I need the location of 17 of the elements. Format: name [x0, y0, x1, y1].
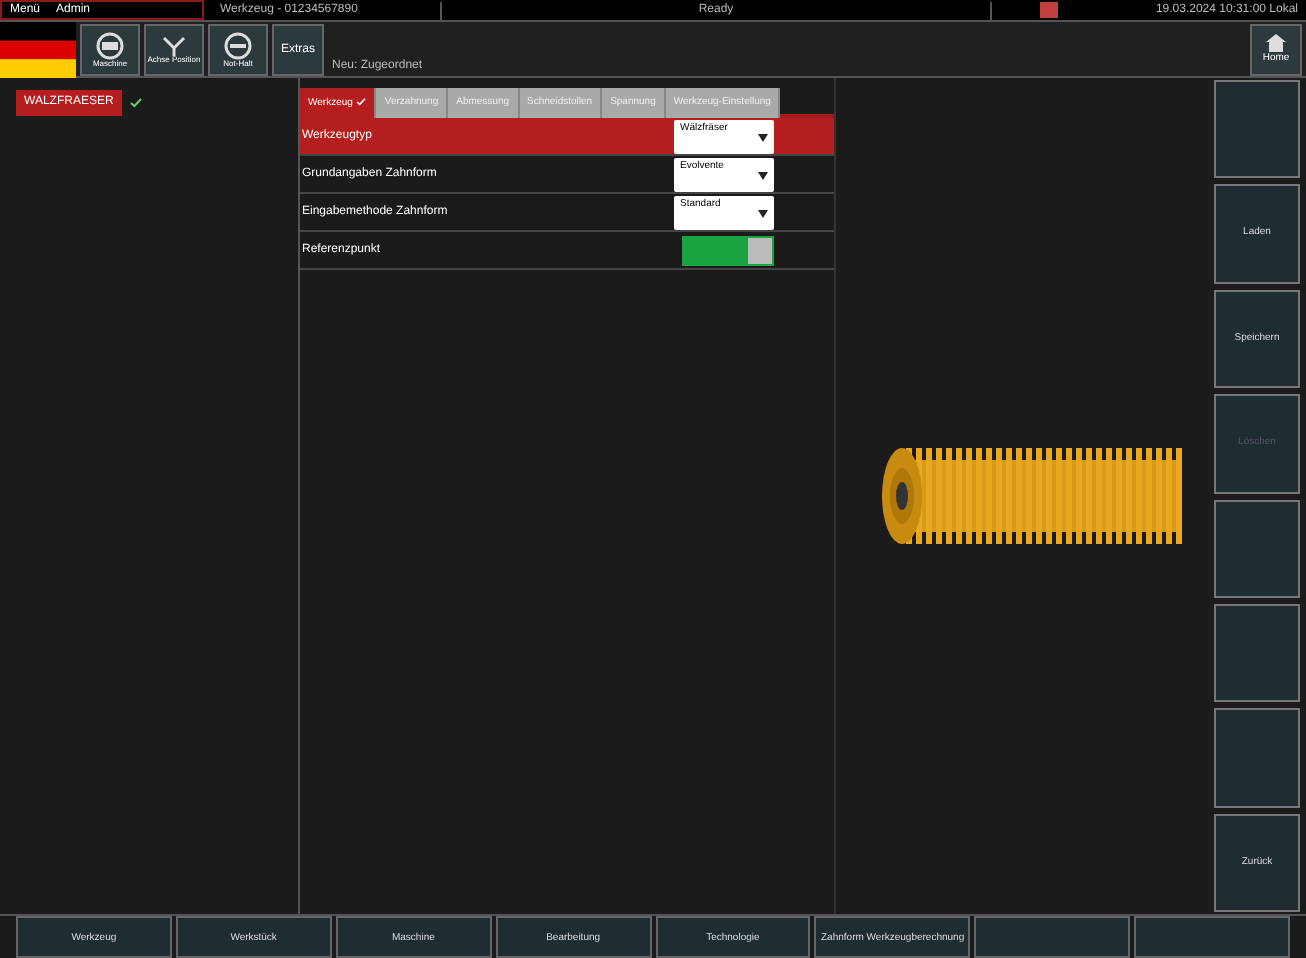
home-icon [1266, 33, 1286, 52]
axis-icon [162, 36, 186, 56]
toggle-switch[interactable] [682, 235, 774, 265]
side-button[interactable] [1214, 80, 1300, 179]
bottom-button[interactable] [1134, 916, 1290, 958]
stop-icon [224, 32, 252, 60]
caret-icon [758, 209, 768, 217]
alert-icon [1040, 2, 1058, 18]
side-button[interactable] [1214, 603, 1300, 703]
caret-icon [758, 171, 768, 179]
germany-flag-icon[interactable] [0, 22, 76, 78]
check-icon [356, 97, 367, 106]
side-button[interactable] [1214, 708, 1300, 808]
side-button[interactable] [1214, 499, 1300, 598]
drum-icon [96, 32, 124, 60]
caret-icon [758, 133, 768, 141]
bottom-button[interactable] [974, 916, 1131, 958]
